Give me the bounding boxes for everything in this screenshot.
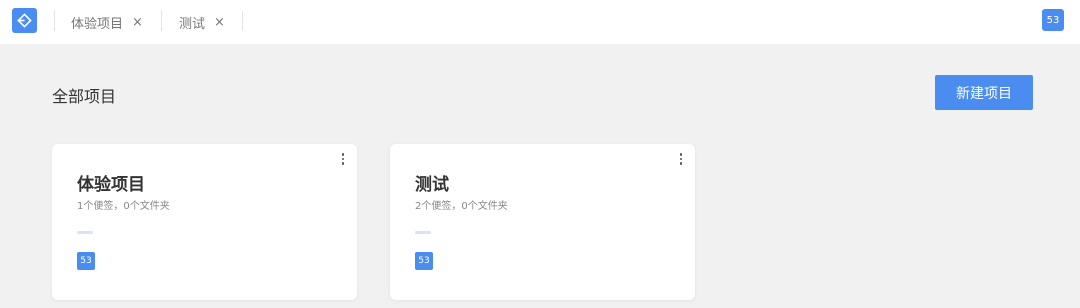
project-meta: 2个便签，0个文件夹 <box>415 201 508 212</box>
more-vertical-icon[interactable] <box>337 152 349 166</box>
member-avatar[interactable]: 53 <box>77 252 95 270</box>
new-project-button[interactable]: 新建项目 <box>935 75 1033 110</box>
tag-line <box>77 231 93 234</box>
close-icon[interactable]: × <box>214 15 225 30</box>
tab-label: 体验项目 <box>71 16 124 32</box>
more-vertical-icon[interactable] <box>675 152 687 166</box>
project-card[interactable]: 测试 2个便签，0个文件夹 53 <box>390 144 695 300</box>
tab-divider <box>54 11 55 31</box>
page-title: 全部项目 <box>52 87 117 106</box>
top-bar: 体验项目 × 测试 × 53 <box>0 0 1080 44</box>
tab-label: 测试 <box>179 16 206 32</box>
user-avatar[interactable]: 53 <box>1042 9 1064 31</box>
project-name: 体验项目 <box>77 175 145 195</box>
tab-divider <box>242 11 243 31</box>
member-avatar[interactable]: 53 <box>415 252 433 270</box>
close-icon[interactable]: × <box>132 15 143 30</box>
tab-experience-project[interactable]: 体验项目 × <box>71 0 143 44</box>
app-logo-icon[interactable] <box>12 8 37 33</box>
project-name: 测试 <box>415 175 449 195</box>
tag-line <box>415 231 431 234</box>
tab-test[interactable]: 测试 × <box>179 0 225 44</box>
project-meta: 1个便签，0个文件夹 <box>77 201 170 212</box>
tab-divider <box>161 11 162 31</box>
project-card[interactable]: 体验项目 1个便签，0个文件夹 53 <box>52 144 357 300</box>
